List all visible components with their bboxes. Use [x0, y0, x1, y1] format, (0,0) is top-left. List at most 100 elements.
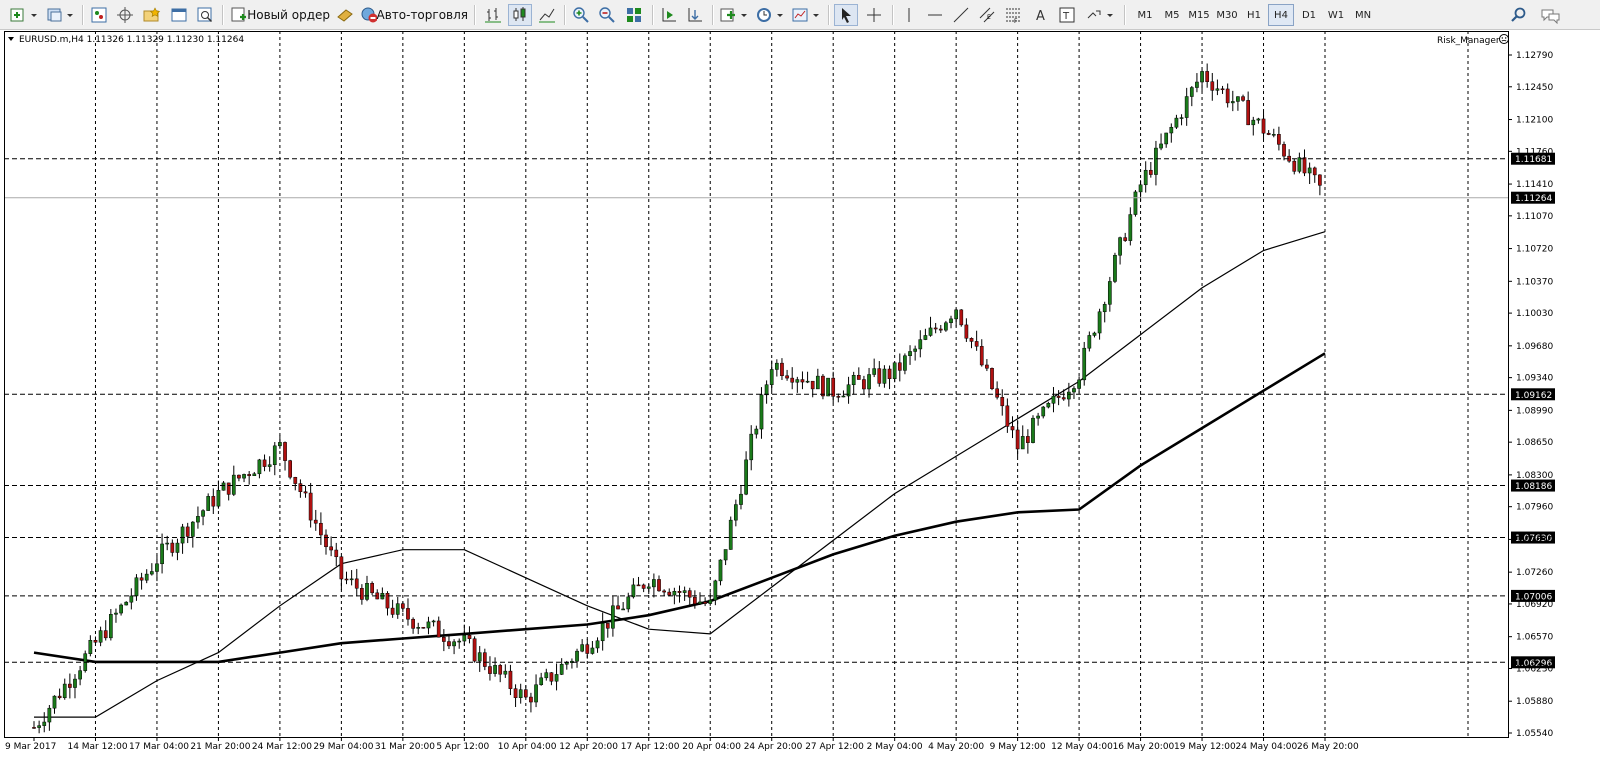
bull-candle: [1174, 117, 1179, 128]
autotrading-label: Авто-торговля: [376, 8, 469, 22]
favorites-button[interactable]: [140, 4, 164, 26]
timeframe-w1-button[interactable]: W1: [1323, 4, 1349, 26]
zoom-out-icon: [599, 7, 615, 23]
chart-window[interactable]: 1.11681 1.09162 1.08186 1.07630 1.07006 1.062…: [4, 31, 1600, 774]
bear-candle: [549, 672, 554, 682]
fibonacci-button[interactable]: F: [1002, 4, 1024, 26]
timeframe-m1-button[interactable]: M1: [1132, 4, 1158, 26]
bull-candle: [1036, 415, 1040, 419]
bull-candle: [544, 672, 549, 679]
bear-candle: [641, 584, 646, 589]
bull-candle: [764, 384, 769, 396]
terminal-button[interactable]: [168, 4, 190, 26]
bear-candle: [862, 379, 866, 390]
bull-candle: [365, 583, 369, 600]
timeframe-d1-button[interactable]: D1: [1296, 4, 1322, 26]
clock-icon: [757, 8, 783, 22]
timeframe-mn-button[interactable]: MN: [1350, 4, 1376, 26]
price-chart[interactable]: 1.116811.091621.081861.076301.070061.062…: [4, 31, 1600, 774]
bear-candle: [836, 396, 841, 398]
bear-candle: [887, 368, 892, 379]
zoom-out-button[interactable]: [596, 4, 618, 26]
zoom-in-button[interactable]: [570, 4, 592, 26]
bull-candle: [395, 603, 400, 615]
profiles-button[interactable]: [44, 4, 76, 26]
bear-candle: [508, 670, 513, 689]
bull-candle: [1215, 88, 1220, 91]
risk-manager-text: Risk_Manager: [1437, 36, 1500, 46]
candlestick-chart-button[interactable]: [508, 4, 532, 26]
text-tool-button[interactable]: A: [1030, 4, 1052, 26]
bull-candle: [190, 521, 195, 537]
timeframe-h4-button[interactable]: H4: [1268, 4, 1294, 26]
arrows-button[interactable]: [1084, 4, 1116, 26]
bull-candle: [1256, 118, 1261, 121]
vertical-line-button[interactable]: [898, 4, 920, 26]
tile-windows-button[interactable]: [622, 4, 646, 26]
bear-candle: [288, 460, 293, 478]
trendline-button[interactable]: [950, 4, 972, 26]
timeframe-h1-button[interactable]: H1: [1241, 4, 1267, 26]
search-button[interactable]: [1508, 4, 1530, 26]
bull-candle: [1307, 167, 1312, 174]
bear-candle: [1282, 144, 1286, 157]
bar-chart-button[interactable]: [482, 4, 504, 26]
price-label: 1.07610: [1516, 535, 1553, 545]
tester-button[interactable]: [194, 4, 216, 26]
chat-button[interactable]: [1538, 4, 1564, 26]
timeframe-m15-button[interactable]: M15: [1186, 4, 1212, 26]
bear-candle: [1241, 96, 1245, 101]
periods-button[interactable]: [754, 4, 786, 26]
bull-candle: [416, 627, 421, 629]
toolbar-separator: [652, 5, 654, 25]
crosshair-tool-button[interactable]: [862, 4, 886, 26]
bull-candle: [913, 348, 918, 352]
bull-candle: [42, 721, 47, 726]
bear-candle: [821, 375, 825, 397]
bull-candle: [611, 605, 615, 629]
bull-candle: [769, 369, 774, 385]
bear-candle: [1302, 157, 1307, 174]
bull-candle: [278, 442, 282, 447]
line-chart-button[interactable]: [536, 4, 558, 26]
new-order-button[interactable]: Новый ордер: [230, 4, 330, 26]
market-watch-button[interactable]: [88, 4, 110, 26]
timeframe-m5-button[interactable]: M5: [1159, 4, 1185, 26]
bull-candle: [1189, 87, 1194, 97]
templates-button[interactable]: [790, 4, 822, 26]
text-label-button[interactable]: T: [1056, 4, 1078, 26]
channel-button[interactable]: E: [976, 4, 998, 26]
price-label: 1.10370: [1516, 277, 1553, 287]
bear-candle: [616, 605, 620, 610]
chart-shift-button[interactable]: [658, 4, 680, 26]
price-label: 1.11070: [1516, 212, 1553, 222]
bull-candle: [554, 674, 559, 682]
horizontal-line-button[interactable]: [924, 4, 946, 26]
new-chart-button[interactable]: [8, 4, 40, 26]
autotrading-button[interactable]: Авто-торговля: [360, 4, 468, 26]
new-chart-icon: [10, 8, 37, 22]
autoscroll-button[interactable]: [684, 4, 706, 26]
indicators-button[interactable]: [718, 4, 750, 26]
autotrading-icon: [361, 7, 377, 23]
price-label: 1.08990: [1516, 406, 1553, 416]
navigator-button[interactable]: [114, 4, 136, 26]
bull-candle: [98, 630, 103, 643]
bull-candle: [1143, 169, 1148, 186]
bear-candle: [313, 519, 318, 524]
bear-candle: [990, 368, 994, 389]
bull-candle: [749, 433, 754, 461]
metaeditor-button[interactable]: [334, 4, 356, 26]
bull-candle: [47, 707, 52, 723]
bull-candle: [928, 327, 933, 336]
bear-candle: [441, 636, 446, 642]
crosshair-move-icon: [117, 7, 133, 23]
bull-candle: [149, 571, 154, 575]
bear-candle: [785, 375, 789, 379]
bear-candle: [93, 639, 98, 643]
cursor-tool-button[interactable]: [834, 4, 858, 26]
timeframe-m30-button[interactable]: M30: [1214, 4, 1240, 26]
price-label: 1.09340: [1516, 374, 1553, 384]
bull-candle: [590, 647, 595, 654]
risk-manager-label[interactable]: Risk_Manager: [1437, 34, 1509, 47]
